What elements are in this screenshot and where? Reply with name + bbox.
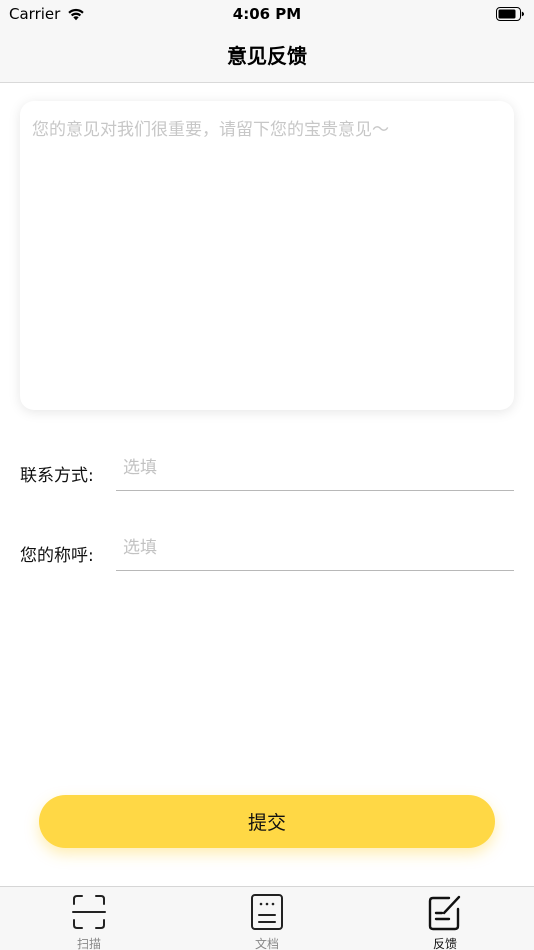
submit-button[interactable]: 提交 xyxy=(39,795,495,848)
tab-bar: 扫描 文档 反馈 xyxy=(0,886,534,950)
name-input[interactable] xyxy=(116,526,514,571)
feedback-card xyxy=(20,101,514,410)
scan-icon xyxy=(72,895,106,929)
tab-documents[interactable]: 文档 xyxy=(178,887,356,950)
tab-feedback-label: 反馈 xyxy=(432,937,457,950)
document-icon xyxy=(251,894,283,930)
name-label: 您的称呼: xyxy=(20,546,94,566)
tab-scan[interactable]: 扫描 xyxy=(0,887,178,950)
name-row: 您的称呼: xyxy=(20,526,514,576)
tab-scan-label: 扫描 xyxy=(76,937,101,950)
contact-input[interactable] xyxy=(116,446,514,491)
contact-label: 联系方式: xyxy=(20,466,94,486)
feedback-form: 联系方式: 您的称呼: 提交 xyxy=(0,84,534,886)
status-bar: Carrier 4:06 PM xyxy=(0,0,534,28)
submit-label: 提交 xyxy=(247,812,286,834)
feedback-edit-icon xyxy=(428,895,461,931)
navigation-bar: 意见反馈 xyxy=(0,28,534,83)
contact-row: 联系方式: xyxy=(20,446,514,496)
tab-documents-label: 文档 xyxy=(254,937,279,950)
tab-feedback[interactable]: 反馈 xyxy=(356,887,534,950)
battery-icon xyxy=(496,7,524,21)
status-time: 4:06 PM xyxy=(232,5,302,23)
page-title: 意见反馈 xyxy=(227,44,307,68)
feedback-textarea[interactable] xyxy=(20,101,514,410)
